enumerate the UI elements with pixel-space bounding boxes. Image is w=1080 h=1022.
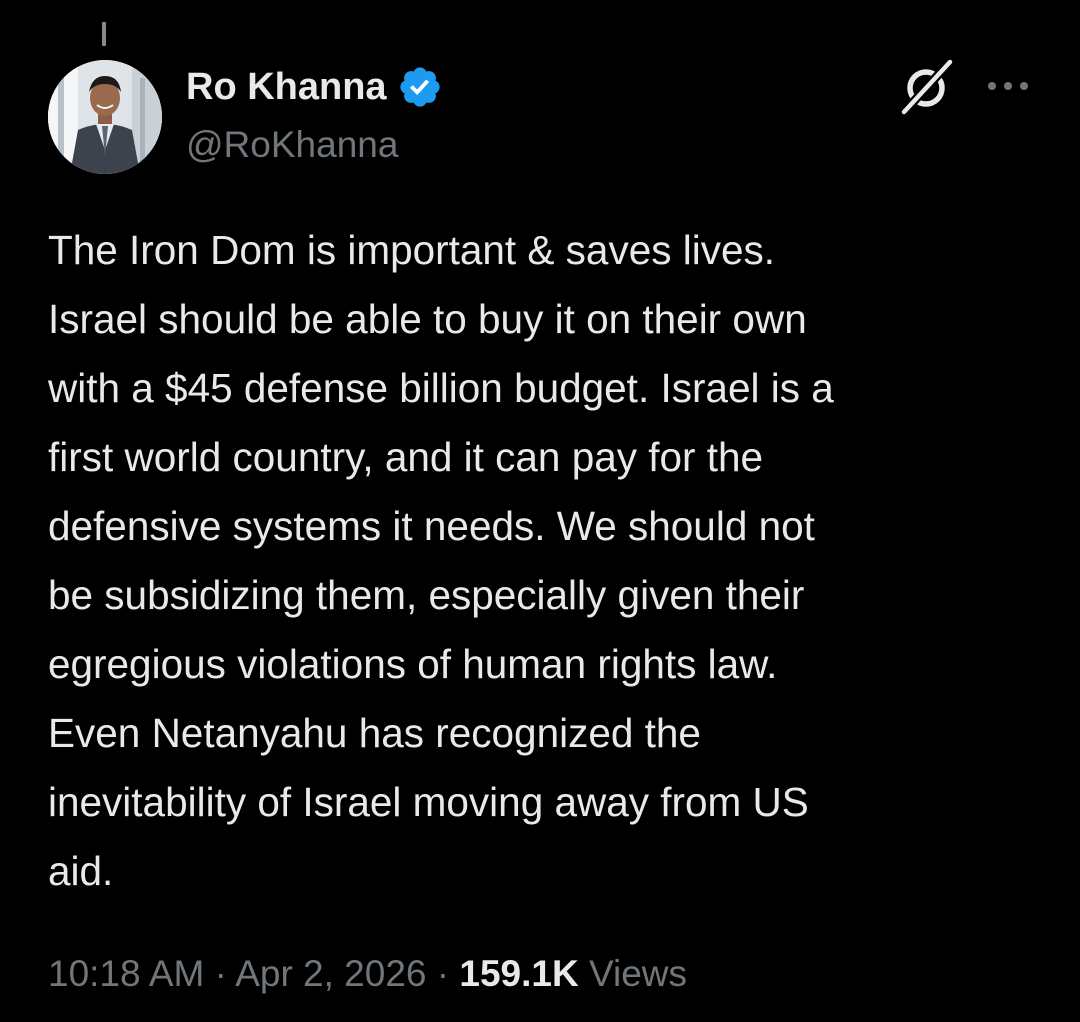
author-name-row: Ro Khanna bbox=[186, 64, 443, 110]
author-display-name[interactable]: Ro Khanna bbox=[186, 64, 387, 110]
tweet-text: The Iron Dom is important & saves lives.… bbox=[48, 227, 834, 894]
grok-icon[interactable] bbox=[898, 58, 956, 116]
more-options-icon[interactable] bbox=[986, 74, 1030, 98]
meta-separator: · bbox=[426, 953, 460, 994]
tweet-date[interactable]: Apr 2, 2026 bbox=[235, 953, 426, 994]
tweet-header: Ro Khanna @RoKhanna bbox=[48, 58, 1038, 174]
tweet-metadata: 10:18 AM · Apr 2, 2026 · 159.1K Views bbox=[48, 948, 687, 1000]
thread-connector-line bbox=[102, 22, 106, 46]
author-handle[interactable]: @RoKhanna bbox=[186, 122, 398, 168]
verified-badge-icon bbox=[399, 67, 440, 107]
views-label: Views bbox=[578, 953, 688, 994]
meta-separator: · bbox=[204, 953, 236, 994]
avatar[interactable] bbox=[48, 60, 162, 174]
views-count[interactable]: 159.1K bbox=[459, 953, 578, 994]
tweet-time[interactable]: 10:18 AM bbox=[48, 953, 204, 994]
